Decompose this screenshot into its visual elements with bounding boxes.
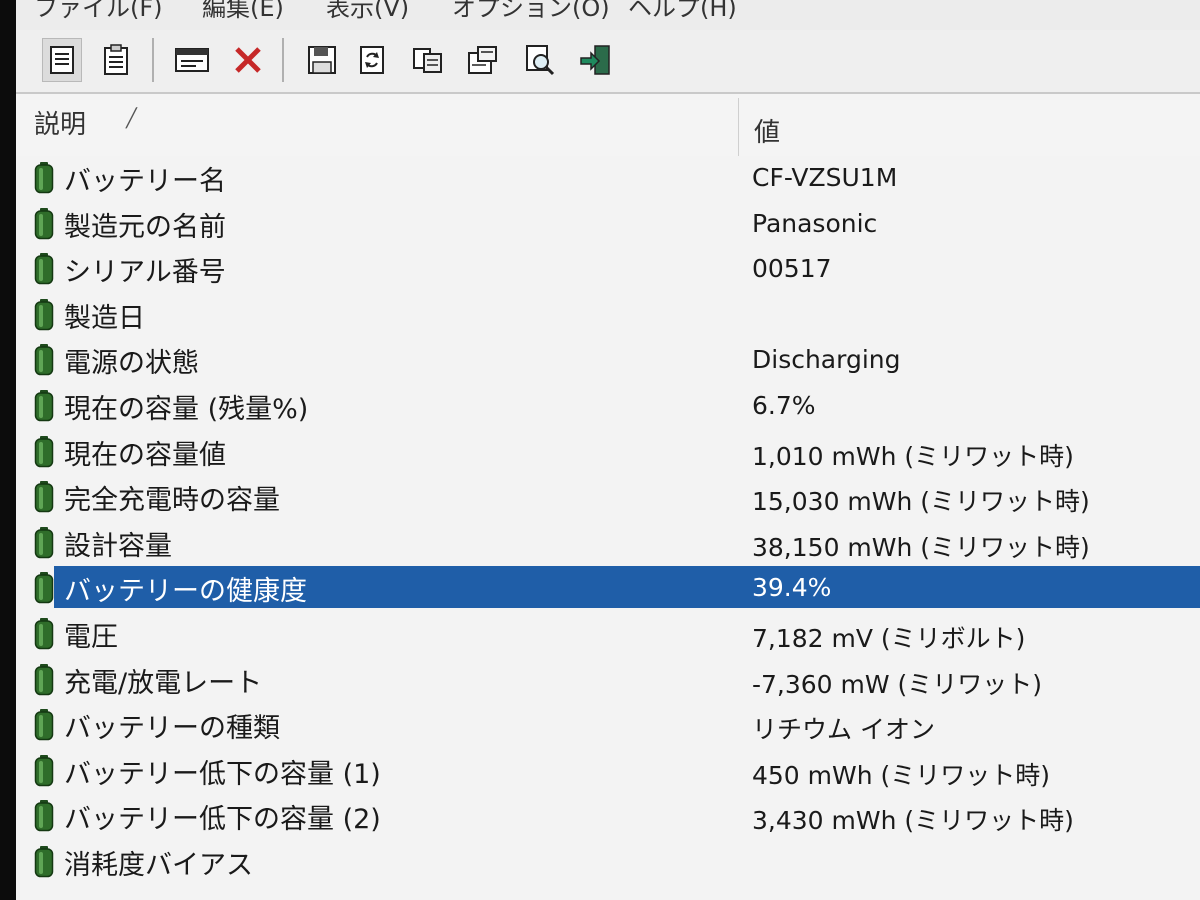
- row-description: バッテリー低下の容量 (2): [64, 804, 381, 836]
- battery-icon: [34, 800, 54, 832]
- row-value: 00517: [752, 254, 832, 284]
- row-value: 38,150 mWh (ミリワット時): [752, 532, 1090, 562]
- battery-icon: [34, 663, 54, 696]
- battery-icon: [34, 526, 54, 559]
- exit-icon[interactable]: [576, 38, 616, 82]
- battery-icon: [34, 253, 54, 285]
- row-value: 39.4%: [752, 573, 832, 603]
- copy-icon[interactable]: [408, 38, 448, 82]
- battery-icon: [34, 709, 54, 741]
- table-row[interactable]: シリアル番号 00517: [16, 245, 1200, 291]
- toolbar: [16, 30, 1200, 94]
- list-header: 説明 ╱ 値: [16, 94, 1200, 156]
- column-header-description[interactable]: 説明: [34, 104, 86, 141]
- row-description: 現在の容量値: [64, 439, 226, 471]
- row-description: 製造日: [64, 302, 145, 334]
- row-description: バッテリー低下の容量 (1): [64, 758, 381, 790]
- table-row[interactable]: 完全充電時の容量 15,030 mWh (ミリワット時): [16, 473, 1200, 519]
- row-value: Panasonic: [752, 208, 878, 238]
- menu-file[interactable]: ファイル(F): [34, 0, 163, 23]
- table-row[interactable]: 消耗度バイアス: [16, 838, 1200, 884]
- row-value: リチウム イオン: [752, 715, 935, 745]
- row-value: -7,360 mW (ミリワット): [752, 669, 1043, 699]
- table-row[interactable]: 充電/放電レート -7,360 mW (ミリワット): [16, 656, 1200, 702]
- table-row[interactable]: 現在の容量値 1,010 mWh (ミリワット時): [16, 428, 1200, 474]
- battery-icon: [34, 481, 54, 513]
- row-description: 設計容量: [64, 530, 172, 562]
- battery-icon: [34, 572, 54, 604]
- battery-info-list: 説明 ╱ 値 バッテリー名 CF-VZSU1M 製造元の名前 Panasonic シリア…: [16, 94, 1200, 900]
- row-value: 7,182 mV (ミリボルト): [752, 624, 1026, 653]
- sort-ascending-icon: ╱: [126, 108, 137, 129]
- table-row[interactable]: 電圧 7,182 mV (ミリボルト): [16, 610, 1200, 656]
- row-description: 完全充電時の容量: [64, 485, 280, 517]
- column-divider[interactable]: [738, 98, 739, 156]
- table-row[interactable]: 設計容量 38,150 mWh (ミリワット時): [16, 519, 1200, 565]
- battery-icon: [34, 754, 54, 787]
- row-value: 15,030 mWh (ミリワット時): [752, 487, 1090, 517]
- battery-icon: [34, 618, 54, 650]
- table-row[interactable]: 製造日: [16, 291, 1200, 337]
- row-description: シリアル番号: [64, 257, 226, 289]
- battery-icon: [34, 435, 54, 468]
- battery-icon: [34, 846, 54, 878]
- battery-icon: [34, 207, 54, 240]
- row-description: 製造元の名前: [64, 211, 226, 243]
- row-description: バッテリーの健康度: [64, 576, 307, 608]
- row-description: 消耗度バイアス: [64, 850, 253, 881]
- properties-icon[interactable]: [172, 38, 212, 82]
- table-row[interactable]: バッテリー低下の容量 (1) 450 mWh (ミリワット時): [16, 747, 1200, 793]
- row-description: 充電/放電レート: [64, 667, 263, 699]
- table-row[interactable]: 現在の容量 (残量%) 6.7%: [16, 382, 1200, 428]
- row-description: 現在の容量 (残量%): [64, 394, 309, 425]
- menu-bar: ファイル(F) 編集(E) 表示(V) オプション(O) ヘルプ(H): [16, 0, 1200, 31]
- battery-icon: [34, 344, 54, 376]
- find-icon[interactable]: [520, 38, 560, 82]
- delete-icon[interactable]: [228, 38, 268, 82]
- row-description: バッテリー名: [64, 166, 226, 197]
- view-report-icon[interactable]: [96, 38, 136, 82]
- table-row[interactable]: 製造元の名前 Panasonic: [16, 200, 1200, 246]
- row-description: バッテリーの種類: [64, 713, 280, 745]
- row-value: 450 mWh (ミリワット時): [752, 760, 1051, 790]
- row-value: 6.7%: [752, 391, 816, 420]
- table-row-selected[interactable]: バッテリーの健康度 39.4%: [16, 564, 1200, 610]
- view-details-icon[interactable]: [42, 38, 82, 82]
- menu-help[interactable]: ヘルプ(H): [628, 0, 737, 23]
- menu-view[interactable]: 表示(V): [326, 0, 409, 23]
- toolbar-separator: [152, 38, 154, 82]
- battery-icon: [34, 390, 54, 422]
- row-value: CF-VZSU1M: [752, 163, 898, 192]
- row-value: Discharging: [752, 345, 901, 375]
- table-row[interactable]: バッテリー名 CF-VZSU1M: [16, 154, 1200, 200]
- refresh-icon[interactable]: [352, 38, 392, 82]
- save-icon[interactable]: [302, 38, 342, 82]
- table-row[interactable]: 電源の状態 Discharging: [16, 336, 1200, 382]
- row-value: 3,430 mWh (ミリワット時): [752, 806, 1074, 836]
- menu-options[interactable]: オプション(O): [452, 0, 610, 23]
- row-description: 電源の状態: [64, 348, 199, 380]
- row-description: 電圧: [64, 622, 118, 653]
- menu-edit[interactable]: 編集(E): [202, 0, 284, 23]
- toolbar-separator: [282, 38, 284, 82]
- battery-icon: [34, 298, 54, 331]
- screen-bezel: [0, 0, 16, 900]
- table-row[interactable]: バッテリー低下の容量 (2) 3,430 mWh (ミリワット時): [16, 792, 1200, 838]
- column-header-value[interactable]: 値: [754, 112, 780, 149]
- row-value: 1,010 mWh (ミリワット時): [752, 441, 1074, 471]
- battery-icon: [34, 162, 54, 194]
- table-row[interactable]: バッテリーの種類 リチウム イオン: [16, 701, 1200, 747]
- html-report-icon[interactable]: [462, 38, 502, 82]
